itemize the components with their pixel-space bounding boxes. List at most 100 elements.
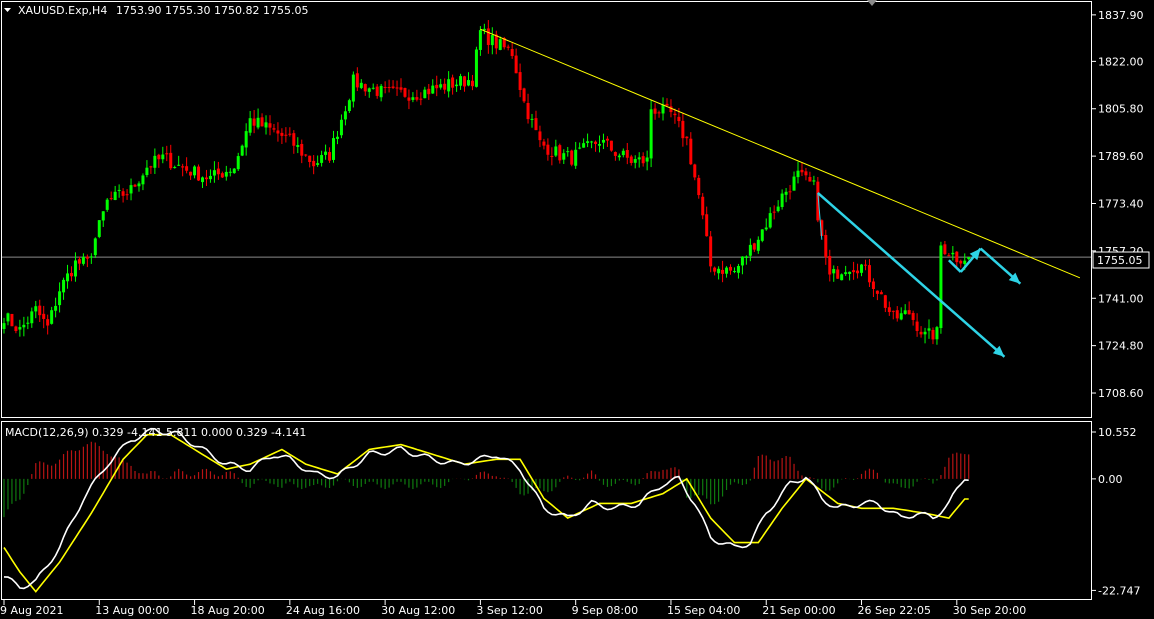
price-tick-label: 1708.60 <box>1098 387 1144 400</box>
candle-body <box>276 130 280 134</box>
candle-body <box>280 132 284 136</box>
candle-body <box>554 146 558 156</box>
candle-body <box>550 155 554 157</box>
candle-body <box>10 313 14 327</box>
candle-body <box>510 49 514 57</box>
candle-body <box>228 171 232 173</box>
candle-body <box>796 170 800 178</box>
candle-body <box>272 128 276 130</box>
candle-body <box>907 310 911 315</box>
candle-body <box>69 272 73 277</box>
candle-body <box>613 152 617 156</box>
candle-body <box>193 166 197 176</box>
candle-body <box>419 98 423 100</box>
candle-body <box>939 245 943 329</box>
candle-body <box>474 49 478 87</box>
candle-body <box>812 180 816 182</box>
time-tick-label: 30 Aug 12:00 <box>381 604 455 617</box>
candle-body <box>351 74 355 102</box>
candle-body <box>77 259 81 264</box>
candle-body <box>343 111 347 120</box>
candle-body <box>260 117 264 127</box>
chart-background <box>0 0 1154 619</box>
price-tick-label: 1822.00 <box>1098 55 1144 68</box>
candle-body <box>681 120 685 139</box>
candle-body <box>955 251 959 263</box>
candle-body <box>721 269 725 274</box>
candle-body <box>514 55 518 74</box>
candle-body <box>201 177 204 183</box>
candle-body <box>97 220 101 237</box>
candle-body <box>852 270 856 273</box>
candle-body <box>570 150 574 165</box>
candle-body <box>677 116 681 122</box>
candle-body <box>871 281 875 289</box>
candle-body <box>867 265 871 283</box>
candle-body <box>582 143 586 148</box>
candle-body <box>407 97 411 101</box>
candle-body <box>224 171 228 177</box>
candle-body <box>455 84 459 87</box>
candle-body <box>347 100 351 112</box>
candle-body <box>54 305 58 311</box>
candle-body <box>919 331 923 335</box>
candle-body <box>788 191 792 193</box>
candle-body <box>363 84 367 92</box>
current-price-text: 1755.05 <box>1097 254 1143 267</box>
candle-body <box>208 175 212 180</box>
candle-body <box>324 151 328 155</box>
candle-body <box>145 167 149 176</box>
candle-body <box>268 123 272 128</box>
candle-body <box>185 166 189 171</box>
candle-body <box>486 28 490 45</box>
candle-body <box>713 267 717 272</box>
candle-body <box>34 306 38 312</box>
candle-body <box>93 238 97 256</box>
candle-body <box>161 154 165 160</box>
candle-body <box>840 274 844 281</box>
candle-body <box>629 156 633 163</box>
candle-body <box>740 256 744 266</box>
candle-body <box>379 85 383 98</box>
candle-body <box>653 108 657 114</box>
candle-body <box>935 327 939 340</box>
macd-tick-label: 10.552 <box>1098 426 1137 439</box>
candle-body <box>860 264 864 273</box>
candle-body <box>447 79 451 92</box>
candle-body <box>304 154 308 156</box>
candle-body <box>470 80 474 87</box>
candle-body <box>848 271 852 274</box>
candle-body <box>355 73 359 88</box>
candle-body <box>300 143 304 156</box>
candle-body <box>415 97 419 100</box>
candle-body <box>621 150 625 156</box>
candle-body <box>137 183 141 187</box>
candle-body <box>875 290 879 294</box>
candle-body <box>669 106 673 113</box>
candle-body <box>443 83 447 90</box>
macd-tick-label: 0.00 <box>1098 473 1123 486</box>
candle-body <box>149 166 153 168</box>
candle-body <box>764 227 768 230</box>
candle-body <box>594 141 598 145</box>
candle-body <box>887 307 891 313</box>
candle-body <box>725 267 729 274</box>
candle-body <box>856 270 860 274</box>
candle-body <box>542 141 546 146</box>
candle-body <box>463 76 467 87</box>
candle-body <box>189 171 193 176</box>
candle-body <box>391 86 395 88</box>
candle-body <box>439 84 443 88</box>
candle-body <box>717 268 721 274</box>
candle-body <box>399 87 403 90</box>
candle-body <box>121 191 125 196</box>
candle-body <box>824 234 828 258</box>
candle-body <box>959 260 963 264</box>
candle-body <box>931 329 935 340</box>
candle-body <box>117 189 121 191</box>
price-tick-label: 1741.00 <box>1098 292 1144 305</box>
candle-body <box>89 256 93 258</box>
time-tick-label: 30 Sep 20:00 <box>953 604 1026 617</box>
candle-body <box>558 145 562 161</box>
price-chart[interactable]: 1837.901822.001805.801789.601773.401757.… <box>0 0 1154 619</box>
